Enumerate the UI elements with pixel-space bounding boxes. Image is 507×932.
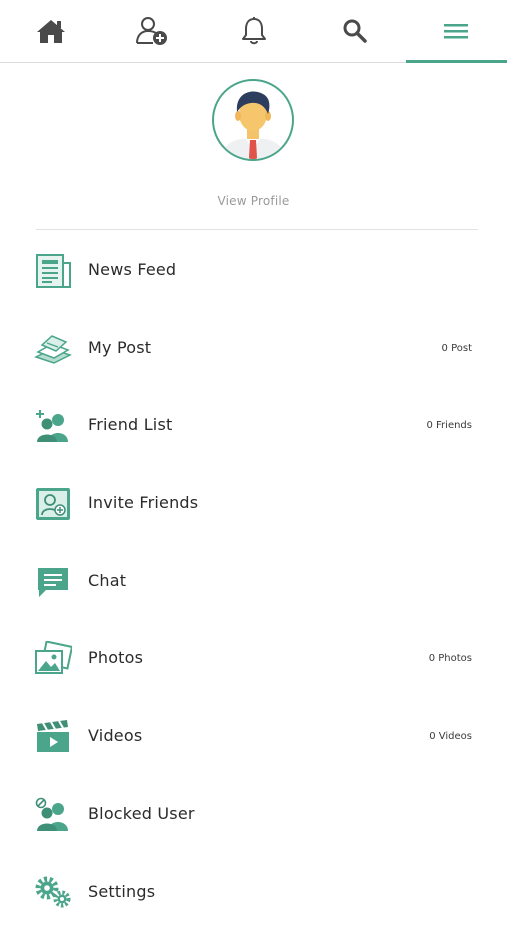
menu-icon <box>443 21 469 41</box>
menu-item-count: 0 Friends <box>426 420 472 431</box>
menu-item-label: Chat <box>88 571 126 590</box>
menu-item-label: News Feed <box>88 260 176 279</box>
menu-item-label: Friend List <box>88 415 172 434</box>
menu-item-label: Blocked User <box>88 804 195 823</box>
menu-item-chat[interactable]: Chat <box>0 544 507 622</box>
top-navigation-bar <box>0 0 507 63</box>
view-profile-link[interactable]: View Profile <box>0 194 507 208</box>
menu-item-videos[interactable]: Videos 0 Videos <box>0 699 507 777</box>
blocked-user-icon <box>34 797 72 833</box>
tab-home[interactable] <box>0 0 101 62</box>
menu-item-settings[interactable]: Settings <box>0 855 507 932</box>
search-icon <box>342 18 368 44</box>
tab-menu[interactable] <box>406 0 507 62</box>
invite-icon <box>34 486 72 522</box>
tab-add-friend[interactable] <box>101 0 202 62</box>
settings-icon <box>34 875 72 911</box>
bell-icon <box>240 16 268 46</box>
menu-item-photos[interactable]: Photos 0 Photos <box>0 621 507 699</box>
profile-section: View Profile <box>0 62 507 230</box>
menu-item-label: Invite Friends <box>88 493 198 512</box>
menu-item-blocked-user[interactable]: Blocked User <box>0 777 507 855</box>
videos-icon <box>34 719 72 755</box>
menu-item-label: Settings <box>88 882 155 901</box>
menu-item-my-post[interactable]: My Post 0 Post <box>0 311 507 389</box>
menu-item-count: 0 Videos <box>429 731 472 742</box>
menu-item-invite-friends[interactable]: Invite Friends <box>0 466 507 544</box>
menu-item-count: 0 Photos <box>429 653 472 664</box>
menu-item-label: Photos <box>88 648 143 667</box>
menu-item-count: 0 Post <box>442 343 472 354</box>
menu-item-label: Videos <box>88 726 142 745</box>
home-icon <box>36 18 66 44</box>
posts-icon <box>34 331 72 367</box>
add-friend-icon <box>135 16 169 46</box>
newspaper-icon <box>34 253 72 289</box>
menu-item-label: My Post <box>88 338 151 357</box>
photos-icon <box>34 641 72 677</box>
menu-item-news-feed[interactable]: News Feed <box>0 233 507 311</box>
divider <box>36 229 478 230</box>
side-menu: News Feed My Post 0 Post Friend List 0 F… <box>0 233 507 932</box>
menu-item-friend-list[interactable]: Friend List 0 Friends <box>0 388 507 466</box>
friends-icon <box>34 408 72 444</box>
avatar[interactable] <box>207 78 299 162</box>
tab-search[interactable] <box>304 0 405 62</box>
chat-icon <box>34 564 72 600</box>
tab-notifications[interactable] <box>203 0 304 62</box>
